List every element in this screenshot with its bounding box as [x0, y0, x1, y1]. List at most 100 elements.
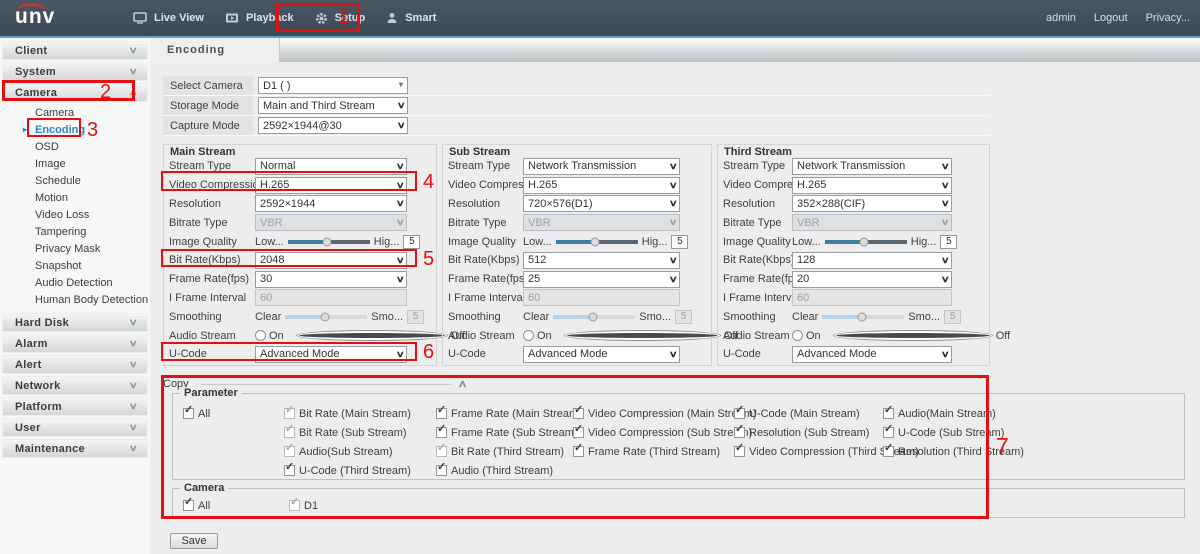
- sidebar-item-audio-detection[interactable]: Audio Detection: [0, 274, 150, 291]
- third-stream-u-code-dropdown[interactable]: Advanced Mode∨: [792, 346, 952, 363]
- sub-stream-stream-type-dropdown[interactable]: Network Transmission∨: [523, 158, 680, 175]
- checkbox-video-compression-main-stream[interactable]: ✓Video Compression (Main Stream): [573, 404, 757, 423]
- main-stream-bit-rate-kbps-dropdown[interactable]: 2048∨: [255, 252, 407, 269]
- sidebar-group-maintenance[interactable]: Maintenance∨: [2, 439, 148, 458]
- sub-stream-image-quality-slider-handle[interactable]: [591, 237, 600, 246]
- checkbox-label: Video Compression (Sub Stream): [588, 427, 752, 439]
- third-stream-audio-stream-row: Audio StreamOnOff: [723, 326, 985, 345]
- sidebar-group-alarm[interactable]: Alarm∨: [2, 334, 148, 353]
- check-icon: ✓: [735, 424, 744, 435]
- third-stream-smoothing-slider-handle[interactable]: [857, 312, 866, 321]
- nav-item-setup[interactable]: Setup: [315, 12, 366, 25]
- sidebar-group-hard-disk[interactable]: Hard Disk∨: [2, 313, 148, 332]
- main-stream-image-quality-slider-handle[interactable]: [323, 237, 332, 246]
- collapse-up-icon[interactable]: ∧: [457, 379, 467, 390]
- third-stream-image-quality-value-input[interactable]: 5: [940, 235, 957, 249]
- main-stream-resolution-dropdown[interactable]: 2592×1944∨: [255, 195, 407, 212]
- sidebar-item-privacy-mask[interactable]: Privacy Mask: [0, 240, 150, 257]
- third-stream-image-quality-slider-handle[interactable]: [860, 237, 869, 246]
- main-stream-image-quality-value-input[interactable]: 5: [403, 235, 420, 249]
- checkbox-frame-rate-third-stream[interactable]: ✓Frame Rate (Third Stream): [573, 442, 757, 461]
- main-stream-audio-stream-radio-off[interactable]: [296, 330, 448, 341]
- checkbox-frame-rate-sub-stream[interactable]: ✓Frame Rate (Sub Stream): [436, 423, 582, 442]
- sidebar-group-alert[interactable]: Alert∨: [2, 355, 148, 374]
- sub-stream-audio-stream-radio-on[interactable]: [523, 330, 534, 341]
- checkbox-all[interactable]: ✓All: [183, 404, 210, 423]
- third-stream-audio-stream-radio-off[interactable]: [833, 330, 993, 341]
- nav-item-live-view[interactable]: Live View: [133, 12, 204, 24]
- header-link-logout[interactable]: Logout: [1094, 12, 1128, 24]
- main-stream-frame-rate-fps-dropdown[interactable]: 30∨: [255, 271, 407, 288]
- third-stream-image-quality-slider[interactable]: [825, 240, 907, 244]
- sidebar-item-snapshot[interactable]: Snapshot: [0, 257, 150, 274]
- sub-stream-bit-rate-kbps-dropdown[interactable]: 512∨: [523, 252, 680, 269]
- sub-stream-image-quality-slider[interactable]: [556, 240, 638, 244]
- dropdown-storage-mode[interactable]: Main and Third Stream∨: [258, 97, 408, 114]
- sub-stream-audio-stream-radio-off[interactable]: [564, 330, 721, 341]
- sidebar-group-platform[interactable]: Platform∨: [2, 397, 148, 416]
- main-stream-image-quality-slider[interactable]: [288, 240, 370, 244]
- dropdown-capture-mode[interactable]: 2592×1944@30∨: [258, 117, 408, 134]
- nav-item-smart[interactable]: Smart: [386, 12, 436, 24]
- checkbox-all[interactable]: ✓All: [183, 496, 210, 515]
- third-stream-smoothing-slider[interactable]: [822, 315, 904, 319]
- dropdown-value: Network Transmission: [797, 160, 905, 172]
- parameter-column-1: ✓All: [183, 404, 210, 423]
- sub-stream-video-compression-row: Video CompressionH.265∨: [448, 176, 707, 195]
- sidebar-item-camera[interactable]: Camera: [0, 104, 150, 121]
- checkbox-audio-main-stream[interactable]: ✓Audio(Main Stream): [883, 404, 1024, 423]
- third-stream-stream-type-dropdown[interactable]: Network Transmission∨: [792, 158, 952, 175]
- main-stream-u-code-dropdown[interactable]: Advanced Mode∨: [255, 346, 407, 363]
- third-stream-bit-rate-kbps-dropdown[interactable]: 128∨: [792, 252, 952, 269]
- sub-stream-audio-stream-row: Audio StreamOnOff: [448, 326, 707, 345]
- sidebar-item-schedule[interactable]: Schedule: [0, 172, 150, 189]
- third-stream-resolution-dropdown[interactable]: 352×288(CIF)∨: [792, 195, 952, 212]
- sidebar-item-osd[interactable]: OSD: [0, 138, 150, 155]
- sidebar-item-human-body-detection[interactable]: Human Body Detection: [0, 291, 150, 308]
- sidebar-item-image[interactable]: Image: [0, 155, 150, 172]
- sidebar-group-network[interactable]: Network∨: [2, 376, 148, 395]
- checkbox-audio-third-stream[interactable]: ✓Audio (Third Stream): [436, 461, 582, 480]
- sidebar-group-client[interactable]: Client∨: [2, 41, 148, 60]
- sub-stream-image-quality-value-input[interactable]: 5: [671, 235, 688, 249]
- dropdown-value: 20: [797, 273, 809, 285]
- sub-stream-video-compression-dropdown[interactable]: H.265∨: [523, 177, 680, 194]
- third-stream-video-compression-dropdown[interactable]: H.265∨: [792, 177, 952, 194]
- main-stream-smoothing-slider[interactable]: [285, 315, 367, 319]
- sidebar-item-tampering[interactable]: Tampering: [0, 223, 150, 240]
- header-link-privacy[interactable]: Privacy...: [1146, 12, 1190, 24]
- third-stream-frame-rate-fps-dropdown[interactable]: 20∨: [792, 271, 952, 288]
- sub-stream-resolution-dropdown[interactable]: 720×576(D1)∨: [523, 195, 680, 212]
- checkbox-resolution-third-stream[interactable]: ✓Resolution (Third Stream): [883, 442, 1024, 461]
- parameter-column-3: ✓Frame Rate (Main Stream)✓Frame Rate (Su…: [436, 404, 582, 480]
- sub-stream-frame-rate-fps-row: Frame Rate(fps)25∨: [448, 270, 707, 289]
- checkbox-frame-rate-main-stream[interactable]: ✓Frame Rate (Main Stream): [436, 404, 582, 423]
- main-stream-video-compression-dropdown[interactable]: H.265∨: [255, 177, 407, 194]
- main-stream-smoothing-min-label: Clear: [255, 311, 281, 323]
- sidebar-item-encoding[interactable]: ▸Encoding: [0, 121, 150, 138]
- main-stream-audio-stream-radio-on[interactable]: [255, 330, 266, 341]
- check-icon: ✓: [290, 497, 299, 508]
- main-stream-frame-rate-fps-row: Frame Rate(fps)30∨: [169, 270, 432, 289]
- third-stream-audio-stream-radio-on[interactable]: [792, 330, 803, 341]
- sub-stream-smoothing-slider-handle[interactable]: [588, 312, 597, 321]
- sub-stream-frame-rate-fps-dropdown[interactable]: 25∨: [523, 271, 680, 288]
- sidebar-item-motion[interactable]: Motion: [0, 189, 150, 206]
- sub-stream-u-code-dropdown[interactable]: Advanced Mode∨: [523, 346, 680, 363]
- tab-encoding[interactable]: Encoding: [150, 38, 280, 62]
- checkbox-u-code-third-stream[interactable]: ✓U-Code (Third Stream): [284, 461, 411, 480]
- main-stream-smoothing-slider-handle[interactable]: [320, 312, 329, 321]
- save-button[interactable]: Save: [170, 533, 218, 549]
- dropdown-select-camera[interactable]: D1 ( )▾: [258, 77, 408, 94]
- checkbox-video-compression-sub-stream[interactable]: ✓Video Compression (Sub Stream): [573, 423, 757, 442]
- dropdown-chevron-icon: ∨: [669, 349, 678, 360]
- main-stream-stream-type-dropdown[interactable]: Normal∨: [255, 158, 407, 175]
- nav-item-playback[interactable]: Playback: [225, 12, 294, 24]
- checkbox-u-code-sub-stream[interactable]: ✓U-Code (Sub Stream): [883, 423, 1024, 442]
- main-stream-bitrate-type-dropdown: VBR∨: [255, 214, 407, 231]
- sub-stream-smoothing-slider[interactable]: [553, 315, 635, 319]
- sidebar-group-user[interactable]: User∨: [2, 418, 148, 437]
- sidebar-group-camera[interactable]: Camera∧: [2, 83, 148, 102]
- sidebar-group-system[interactable]: System∨: [2, 62, 148, 81]
- sidebar-item-video-loss[interactable]: Video Loss: [0, 206, 150, 223]
